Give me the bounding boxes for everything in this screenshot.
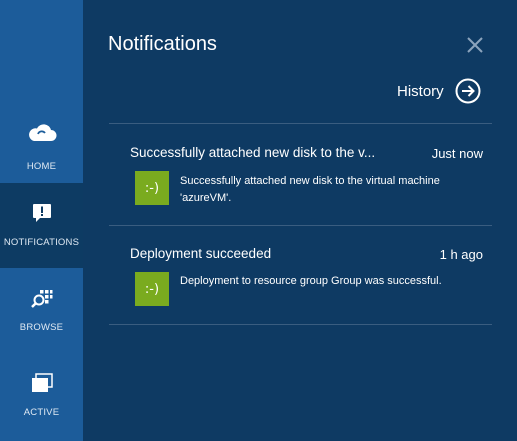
- notification-body: Deployment to resource group Group was s…: [180, 275, 442, 287]
- sidebar-item-label: ACTIVE: [23, 407, 60, 418]
- sidebar-item-label: HOME: [26, 161, 57, 172]
- notifications-panel: Notifications History Successfully attac…: [83, 0, 517, 441]
- sidebar-item-active[interactable]: ACTIVE: [0, 353, 83, 438]
- arrow-right-circle-icon: [455, 78, 481, 104]
- close-icon: [467, 37, 483, 53]
- history-link[interactable]: History: [397, 78, 481, 104]
- notification-time: 1 h ago: [439, 247, 483, 262]
- close-button[interactable]: [465, 35, 485, 55]
- success-icon: :-): [135, 272, 169, 306]
- browse-icon: [0, 288, 83, 310]
- sidebar-item-home[interactable]: HOME: [0, 98, 83, 183]
- notification-time: Just now: [431, 146, 483, 161]
- history-label: History: [397, 82, 444, 100]
- sidebar-item-browse[interactable]: BROWSE: [0, 268, 83, 353]
- notification-title: Successfully attached new disk to the v.…: [130, 145, 376, 160]
- panel-title: Notifications: [108, 33, 217, 55]
- sidebar-item-label: BROWSE: [19, 322, 64, 333]
- divider: [109, 225, 492, 226]
- success-icon: :-): [135, 171, 169, 205]
- notification-body: Successfully attached new disk to the vi…: [180, 175, 440, 204]
- divider: [109, 324, 492, 325]
- notification-title: Deployment succeeded: [130, 246, 272, 261]
- sidebar-item-label: NOTIFICATIONS: [3, 237, 80, 248]
- notification-icon: [0, 203, 83, 225]
- sidebar: HOME NOTIFICATIONS BROWSE ACTIVE: [0, 0, 83, 441]
- divider: [109, 123, 492, 124]
- sidebar-item-notifications[interactable]: NOTIFICATIONS: [0, 183, 83, 268]
- cloud-icon: [0, 122, 83, 144]
- active-windows-icon: [0, 373, 83, 393]
